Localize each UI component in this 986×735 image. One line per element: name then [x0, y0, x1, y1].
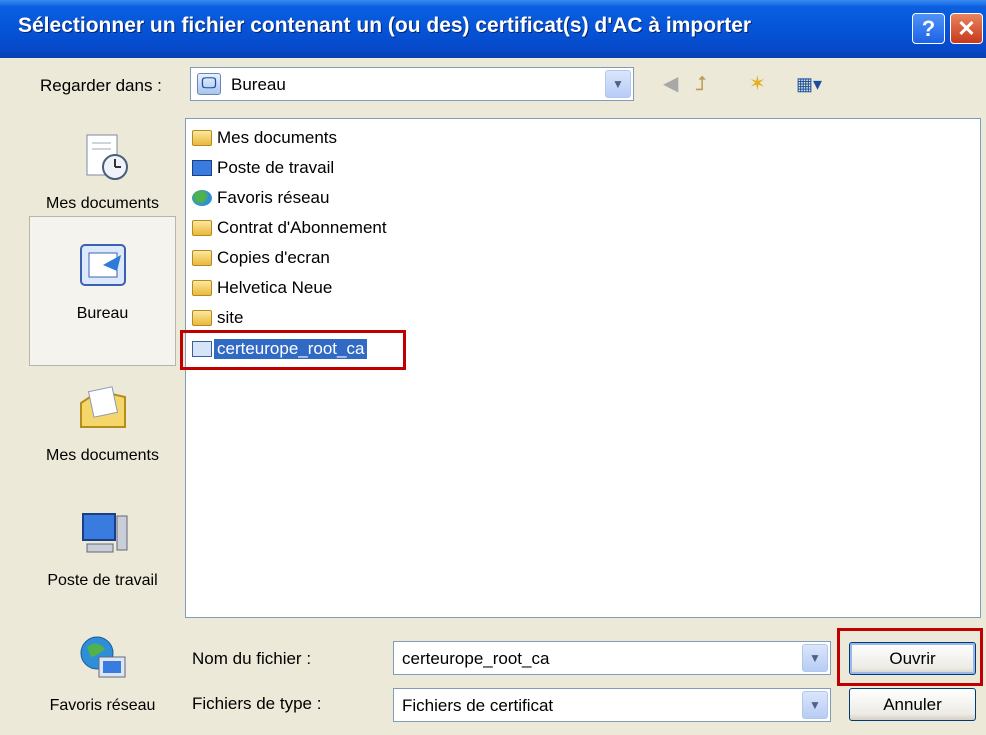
- place-my-computer[interactable]: Poste de travail: [29, 508, 176, 591]
- folder-icon: [192, 220, 212, 236]
- lookin-label: Regarder dans :: [40, 76, 162, 95]
- filename-label: Nom du fichier :: [192, 649, 312, 668]
- place-label-network: Favoris réseau: [49, 697, 156, 714]
- chevron-down-icon[interactable]: ▼: [605, 70, 631, 98]
- filetype-label: Fichiers de type :: [192, 694, 322, 713]
- network-places-icon: [192, 190, 212, 206]
- new-folder-icon[interactable]: ✶: [749, 72, 766, 96]
- file-name: Favoris réseau: [217, 188, 330, 207]
- network-places-icon: [77, 633, 129, 685]
- highlight-box-file: [180, 330, 406, 370]
- help-button[interactable]: ?: [912, 13, 945, 44]
- place-network-places[interactable]: Favoris réseau: [29, 633, 176, 716]
- folder-icon: [192, 250, 212, 266]
- desktop-icon: 🖵: [197, 73, 221, 95]
- chevron-down-icon[interactable]: ▼: [802, 691, 828, 719]
- my-documents-icon: [192, 130, 212, 146]
- file-name: site: [217, 308, 244, 327]
- place-label-my-documents: Mes documents: [46, 447, 159, 464]
- highlight-box-open: [837, 628, 983, 686]
- filename-value: certeurope_root_ca: [402, 649, 550, 668]
- cancel-button[interactable]: Annuler: [849, 688, 976, 721]
- folder-icon: [192, 310, 212, 326]
- folder-icon: [192, 280, 212, 296]
- lookin-combo[interactable]: 🖵 Bureau ▼: [190, 67, 634, 101]
- file-name: Poste de travail: [217, 158, 335, 177]
- close-button[interactable]: ✕: [950, 13, 983, 44]
- my-documents-icon: [77, 383, 129, 435]
- file-name: Helvetica Neue: [217, 278, 333, 297]
- file-name: Mes documents: [217, 128, 337, 147]
- desktop-icon: [77, 241, 129, 293]
- place-label-desktop: Bureau: [76, 305, 129, 322]
- place-desktop[interactable]: Bureau: [29, 216, 176, 366]
- back-icon[interactable]: ◀: [663, 72, 678, 96]
- my-computer-icon: [77, 508, 129, 560]
- chevron-down-icon[interactable]: ▼: [802, 644, 828, 672]
- up-folder-icon[interactable]: ⮥: [695, 72, 707, 96]
- filetype-value: Fichiers de certificat: [402, 696, 554, 715]
- lookin-value: Bureau: [231, 75, 286, 94]
- recent-documents-icon: [77, 131, 129, 183]
- place-my-documents[interactable]: Mes documents: [29, 383, 176, 466]
- dialog-title: Sélectionner un fichier contenant un (ou…: [18, 14, 752, 37]
- my-computer-icon: [192, 160, 212, 176]
- file-open-dialog: Sélectionner un fichier contenant un (ou…: [0, 0, 986, 735]
- views-menu-icon[interactable]: ▦▾: [796, 72, 822, 96]
- places-bar: Mes documents récents Bureau Mes documen…: [29, 113, 176, 730]
- file-name: Contrat d'Abonnement: [217, 218, 387, 237]
- filetype-select[interactable]: Fichiers de certificat ▼: [393, 688, 831, 722]
- place-label-my-computer: Poste de travail: [47, 572, 158, 589]
- filename-input[interactable]: certeurope_root_ca ▼: [393, 641, 831, 675]
- file-name: Copies d'ecran: [217, 248, 330, 267]
- title-bar[interactable]: Sélectionner un fichier contenant un (ou…: [0, 0, 986, 58]
